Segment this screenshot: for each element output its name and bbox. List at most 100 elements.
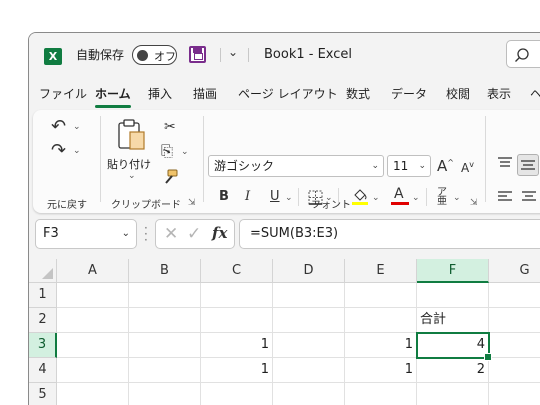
align-left-icon[interactable]: [497, 190, 513, 204]
row-header-1[interactable]: 1: [29, 283, 57, 308]
align-middle-button[interactable]: [517, 154, 539, 176]
cell-b5[interactable]: [129, 383, 201, 405]
cut-icon[interactable]: ✂: [164, 120, 176, 134]
font-name-select[interactable]: 游ゴシック ⌄: [208, 155, 384, 177]
chevron-down-icon: ⌄: [371, 161, 379, 171]
format-painter-icon[interactable]: [161, 168, 179, 186]
save-icon[interactable]: [189, 46, 206, 63]
cell-a3[interactable]: [57, 333, 129, 358]
underline-button[interactable]: U: [270, 190, 280, 203]
cell-c5[interactable]: [201, 383, 273, 405]
name-box[interactable]: F3 ⌄: [35, 219, 137, 249]
italic-button[interactable]: I: [245, 190, 250, 203]
cell-b1[interactable]: [129, 283, 201, 308]
cell-c3[interactable]: 1: [201, 333, 273, 358]
tab-help[interactable]: ヘ: [530, 85, 540, 102]
cell-f2[interactable]: 合計: [417, 308, 489, 333]
cell-g4[interactable]: [489, 358, 540, 383]
copy-icon[interactable]: ⎘: [161, 144, 173, 159]
cell-e5[interactable]: [345, 383, 417, 405]
paste-dropdown-chevron-icon[interactable]: ⌄: [128, 172, 136, 181]
clipboard-launcher-icon[interactable]: ⇲: [188, 198, 196, 208]
grow-font-icon[interactable]: A^: [437, 159, 454, 174]
cell-e4[interactable]: 1: [345, 358, 417, 383]
bold-button[interactable]: B: [219, 190, 229, 203]
cell-f4[interactable]: 2: [417, 358, 489, 383]
font-size-select[interactable]: 11 ⌄: [387, 155, 431, 177]
cell-d4[interactable]: [273, 358, 345, 383]
cell-e3[interactable]: 1: [345, 333, 417, 358]
cell-a5[interactable]: [57, 383, 129, 405]
cell-a2[interactable]: [57, 308, 129, 333]
cell-f3-selected[interactable]: 4: [416, 332, 492, 361]
column-header-d[interactable]: D: [273, 259, 345, 283]
column-header-e[interactable]: E: [345, 259, 417, 283]
undo-icon[interactable]: ↶: [51, 118, 66, 136]
cell-d3[interactable]: [273, 333, 345, 358]
cell-d5[interactable]: [273, 383, 345, 405]
tab-draw[interactable]: 描画: [193, 85, 217, 102]
cell-e2[interactable]: [345, 308, 417, 333]
column-header-f[interactable]: F: [417, 259, 489, 283]
cell-b4[interactable]: [129, 358, 201, 383]
customize-qat-chevron-icon[interactable]: ⌄: [228, 45, 238, 59]
font-launcher-icon[interactable]: ⇲: [470, 198, 478, 208]
cell-e1[interactable]: [345, 283, 417, 308]
tab-data[interactable]: データ: [391, 85, 427, 102]
cell-a4[interactable]: [57, 358, 129, 383]
autosave-toggle[interactable]: オフ: [132, 45, 177, 65]
align-top-icon[interactable]: [497, 156, 513, 170]
fill-color-dropdown-chevron-icon[interactable]: ⌄: [372, 194, 380, 203]
more-options-icon[interactable]: · · ·: [144, 222, 148, 246]
tab-review[interactable]: 校閲: [446, 85, 470, 102]
cell-d2[interactable]: [273, 308, 345, 333]
row-header-5[interactable]: 5: [29, 383, 57, 405]
cancel-icon[interactable]: ✕: [164, 224, 178, 244]
cell-g1[interactable]: [489, 283, 540, 308]
row-header-2[interactable]: 2: [29, 308, 57, 333]
tab-page-layout[interactable]: ページ レイアウト: [238, 85, 338, 102]
column-header-g[interactable]: G: [489, 259, 540, 283]
column-header-a[interactable]: A: [57, 259, 129, 283]
cell-f1[interactable]: [417, 283, 489, 308]
tab-file[interactable]: ファイル: [39, 85, 87, 102]
cell-d1[interactable]: [273, 283, 345, 308]
tab-formulas[interactable]: 数式: [346, 85, 370, 102]
phonetic-guide-icon[interactable]: ア亜: [437, 188, 447, 207]
formula-input[interactable]: =SUM(B3:E3): [239, 219, 540, 249]
cell-c1[interactable]: [201, 283, 273, 308]
row-header-3[interactable]: 3: [29, 333, 57, 358]
underline-dropdown-chevron-icon[interactable]: ⌄: [285, 194, 293, 203]
cell-a1[interactable]: [57, 283, 129, 308]
enter-check-icon[interactable]: ✓: [187, 224, 201, 244]
cell-c4[interactable]: 1: [201, 358, 273, 383]
insert-function-icon[interactable]: fx: [212, 224, 227, 242]
cell-b3[interactable]: [129, 333, 201, 358]
tab-insert[interactable]: 挿入: [148, 85, 172, 102]
tab-view[interactable]: 表示: [487, 85, 511, 102]
shrink-font-icon[interactable]: Av: [461, 161, 474, 175]
cell-g5[interactable]: [489, 383, 540, 405]
select-all-button[interactable]: [29, 259, 57, 283]
row-header-4[interactable]: 4: [29, 358, 57, 383]
phonetic-dropdown-chevron-icon[interactable]: ⌄: [453, 194, 461, 203]
tab-home[interactable]: ホーム: [95, 85, 131, 108]
cell-b2[interactable]: [129, 308, 201, 333]
cell-g3[interactable]: [489, 333, 540, 358]
copy-dropdown-chevron-icon[interactable]: ⌄: [181, 148, 189, 157]
toggle-knob: [137, 50, 148, 61]
redo-icon[interactable]: ↷: [51, 142, 66, 160]
column-header-b[interactable]: B: [129, 259, 201, 283]
paste-button[interactable]: 貼り付け: [107, 116, 155, 176]
cell-g2[interactable]: [489, 308, 540, 333]
fill-color-icon[interactable]: [351, 186, 369, 206]
redo-dropdown-chevron-icon[interactable]: ⌄: [73, 147, 81, 156]
search-box[interactable]: [506, 40, 540, 68]
undo-dropdown-chevron-icon[interactable]: ⌄: [73, 123, 81, 132]
align-center-icon[interactable]: [521, 190, 537, 204]
cell-c2[interactable]: [201, 308, 273, 333]
column-header-c[interactable]: C: [201, 259, 273, 283]
font-color-icon[interactable]: A: [391, 186, 409, 206]
font-color-dropdown-chevron-icon[interactable]: ⌄: [412, 194, 420, 203]
cell-f5[interactable]: [417, 383, 489, 405]
